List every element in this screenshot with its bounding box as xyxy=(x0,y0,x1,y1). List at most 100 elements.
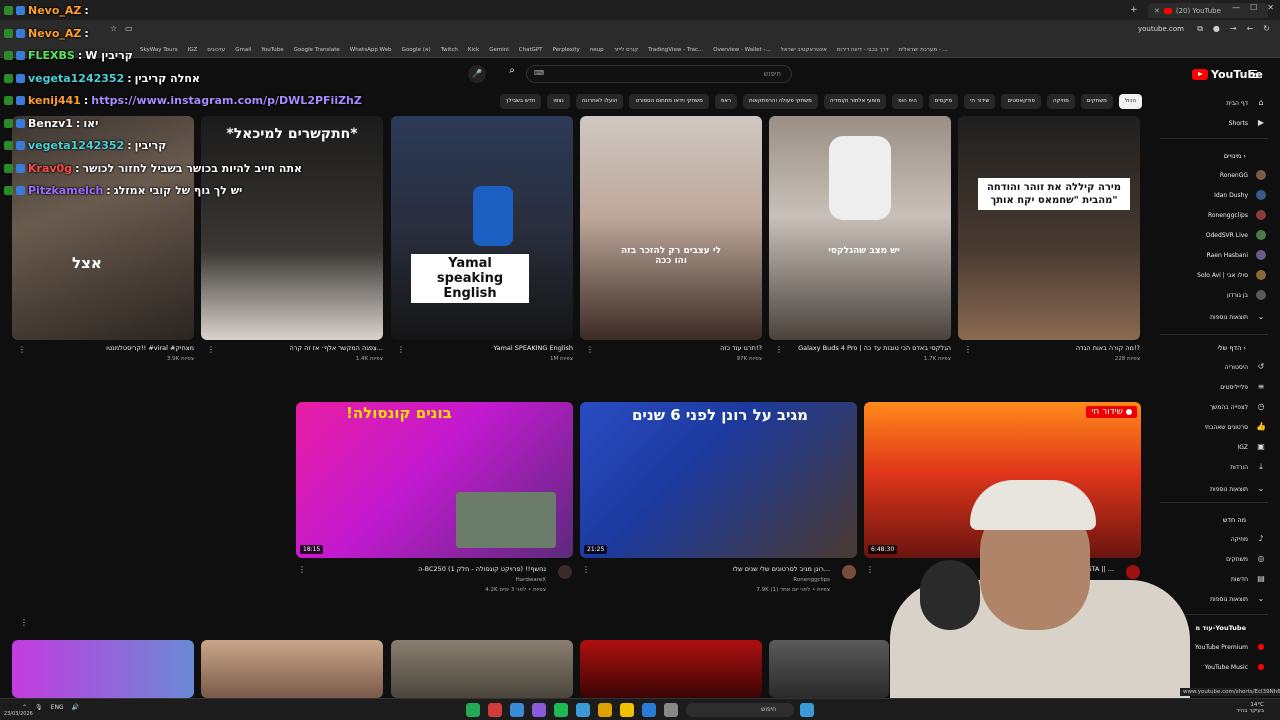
more-options-icon[interactable]: ⋮ xyxy=(586,345,594,354)
sidebar-subscription[interactable]: בן גורדון xyxy=(1227,290,1266,300)
video-title[interactable]: Yamal SPEAKING English xyxy=(401,344,573,352)
language-indicator[interactable]: ENG xyxy=(51,704,64,711)
taskbar-app-icon[interactable] xyxy=(510,703,524,717)
bookmark-item[interactable]: Google Translate xyxy=(294,47,340,53)
video-thumbnail-6[interactable]: מירה קיללה את זוהר והודחה מהבית "שחמאס י… xyxy=(958,116,1140,340)
back-icon[interactable]: → xyxy=(1230,24,1237,34)
bookmark-item[interactable]: Kick xyxy=(468,47,479,53)
more-options-icon[interactable]: ⋮ xyxy=(964,345,972,354)
video-thumbnail-4[interactable]: לי עצבים רק להזכר בזה והו ככה xyxy=(580,116,762,340)
search-icon[interactable]: ⌕ xyxy=(500,65,524,83)
bookmark-item[interactable]: דרך בכבי - דיווח דירות xyxy=(837,47,889,53)
sidebar-subscription[interactable]: OdedSVR Live xyxy=(1206,230,1266,240)
keyboard-icon[interactable]: ⌨ xyxy=(534,69,544,77)
sidebar-item[interactable]: היסטוריה ↺ xyxy=(1225,362,1266,372)
taskbar-app-icon[interactable] xyxy=(466,703,480,717)
taskbar-app-icon[interactable] xyxy=(664,703,678,717)
more-options-icon[interactable]: ⋮ xyxy=(207,345,215,354)
more-options-icon[interactable]: ⋮ xyxy=(397,345,405,354)
sidebar-item[interactable]: YouTube Music ● xyxy=(1205,662,1266,672)
profile-icon[interactable]: ● xyxy=(1213,24,1220,34)
more-options-icon[interactable]: ⋮ xyxy=(582,565,590,574)
video-thumbnail-3[interactable]: Yamal speaking English xyxy=(391,116,573,340)
bookmark-item[interactable]: עדכונים xyxy=(207,47,225,53)
bookmark-item[interactable]: Perplexity xyxy=(553,47,580,53)
taskbar-app-icon[interactable] xyxy=(554,703,568,717)
bookmark-item[interactable]: IGZ xyxy=(188,47,198,53)
bookmark-item[interactable]: ChatGPT xyxy=(519,47,543,53)
address-bar[interactable]: youtube.com xyxy=(1138,25,1184,33)
sidebar-subscription[interactable]: Solo Avi | סולו אבי xyxy=(1197,270,1266,280)
filter-chip[interactable]: ראפ xyxy=(714,94,738,109)
bookmark-item[interactable]: Twitch xyxy=(441,47,458,53)
video-title[interactable]: תרגו עוד כזה!? xyxy=(590,344,762,352)
tab-close-icon[interactable]: ✕ xyxy=(1154,7,1160,15)
more-options-icon[interactable]: ⋮ xyxy=(18,345,26,354)
filter-chip[interactable]: חדש בשבילך xyxy=(499,94,542,109)
video-title[interactable]: צפגה המקשר אלף׳ אז זה קרה... xyxy=(211,344,383,352)
channel-name[interactable]: HardwareX xyxy=(306,577,546,583)
video-title[interactable]: מה קורה באות הגדה!? xyxy=(968,344,1140,352)
bookmark-item[interactable]: SkyWay Tours xyxy=(140,47,178,53)
sidebar-item[interactable]: פלייליסטים ≡ xyxy=(1220,382,1266,392)
taskbar-app-icon[interactable] xyxy=(598,703,612,717)
sidebar-item[interactable]: סרטונים שאהבתי 👍 xyxy=(1205,422,1266,432)
bookmark-item[interactable]: אינטראקטיב ישראל xyxy=(781,47,827,53)
filter-chip[interactable]: פודקאסטים xyxy=(1001,94,1041,109)
taskbar-app-icon[interactable] xyxy=(576,703,590,717)
filter-chip[interactable]: מוזיקה xyxy=(1046,94,1075,109)
filter-chip[interactable]: היפ הופ xyxy=(892,94,923,109)
sidebar-item[interactable]: משחקים ◎ xyxy=(1226,554,1266,564)
bookmark-item[interactable]: YouTube xyxy=(261,47,283,53)
volume-icon[interactable]: 🔊 xyxy=(72,704,79,711)
bookmark-item[interactable]: קורס לייזר xyxy=(614,47,638,53)
new-tab-icon[interactable]: + xyxy=(1130,5,1138,15)
sidebar-item[interactable]: IGZ ▣ xyxy=(1237,442,1266,452)
bookmark-item[interactable]: Overview - Wallet -... xyxy=(713,47,770,53)
forward-icon[interactable]: ← xyxy=(1247,24,1254,34)
bookmark-item[interactable]: WhatsApp Web xyxy=(350,47,392,53)
taskbar-app-icon[interactable] xyxy=(532,703,546,717)
bookmark-item[interactable]: Gmail xyxy=(235,47,251,53)
close-window-icon[interactable]: ✕ xyxy=(1267,3,1274,12)
bookmark-item[interactable]: מערכת ישראלית - ... xyxy=(899,47,948,53)
bookmark-item[interactable]: Google (א) xyxy=(402,47,431,53)
filter-chip[interactable]: שידור חי xyxy=(964,94,996,109)
filter-chip[interactable]: מיקסים xyxy=(928,94,959,109)
sidebar-item-shorts[interactable]: Shorts ▶ xyxy=(1229,118,1266,128)
filter-chip[interactable]: הכול xyxy=(1118,94,1142,109)
extensions-icon[interactable]: ⧉ xyxy=(1197,24,1203,34)
filter-chip[interactable]: משחקי פעולה והרפתקאות xyxy=(743,94,818,109)
more-options-icon[interactable]: ⋮ xyxy=(775,345,783,354)
bookmark-item[interactable]: Gemini xyxy=(489,47,509,53)
you-header[interactable]: הדף שלי › xyxy=(1218,344,1246,352)
sidebar-item[interactable]: YouTube Premium ● xyxy=(1195,642,1266,652)
subscriptions-header[interactable]: מינויים › xyxy=(1224,152,1246,160)
sidebar-item[interactable]: חדשות ▤ xyxy=(1231,574,1266,584)
mic-tray-icon[interactable]: 🎙 xyxy=(35,704,43,711)
sidebar-subscription[interactable]: Raen Hasbani xyxy=(1207,250,1266,260)
taskbar-search[interactable]: חיפוש xyxy=(686,703,794,717)
filter-chip[interactable]: משחקים xyxy=(1080,94,1113,109)
video-thumbnail-2[interactable]: *חתקשרים למיכאל* xyxy=(201,116,383,340)
channel-avatar[interactable] xyxy=(558,565,572,579)
video-title[interactable]: Galaxy Buds 4 Pro | הגלקסי באדס הכי טובו… xyxy=(779,344,951,352)
taskbar-app-icon[interactable] xyxy=(642,703,656,717)
video-title[interactable]: קריסטלמנטו!! #viral #מצחיק xyxy=(22,344,194,352)
filter-chip[interactable]: מופעי אלתור וקומדיה xyxy=(823,94,887,109)
sidebar-subscription[interactable]: RonenGG xyxy=(1220,170,1266,180)
video-thumbnail-8[interactable]: מגיב על רונן לפני 6 שנים 21:25 xyxy=(580,402,857,558)
bookmark-item[interactable]: neup xyxy=(590,47,604,53)
sidebar-item[interactable]: מוזיקה ♪ xyxy=(1231,534,1266,544)
show-more-button[interactable]: תוצאות נוספות ⌄ xyxy=(1210,484,1266,494)
cast-icon[interactable]: ▭ xyxy=(125,24,133,33)
show-more-button[interactable]: תוצאות נוספות ⌄ xyxy=(1210,594,1266,604)
more-options-icon[interactable]: ⋮ xyxy=(20,618,28,627)
video-thumbnail-10[interactable] xyxy=(12,640,194,698)
sidebar-subscription[interactable]: Ronenggclips xyxy=(1208,210,1266,220)
maximize-icon[interactable]: ☐ xyxy=(1250,3,1257,12)
video-thumbnail-12[interactable] xyxy=(391,640,573,698)
video-thumbnail-7[interactable]: !בונים קונסולה 18:15 xyxy=(296,402,573,558)
filter-chip[interactable]: משחקי וידאו מתחום הספורט xyxy=(629,94,709,109)
video-thumbnail-11[interactable] xyxy=(201,640,383,698)
